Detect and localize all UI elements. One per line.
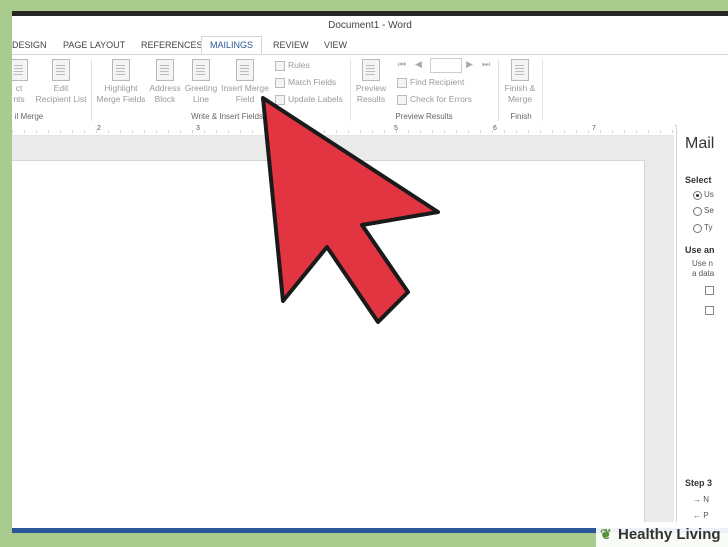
pointer-arrow-annotation [261, 96, 440, 324]
watermark: ❦ Healthy Living [596, 522, 728, 547]
red-arrow-icon [261, 96, 440, 324]
watermark-text: Healthy Living [618, 526, 721, 543]
leaf-icon: ❦ [600, 526, 612, 542]
